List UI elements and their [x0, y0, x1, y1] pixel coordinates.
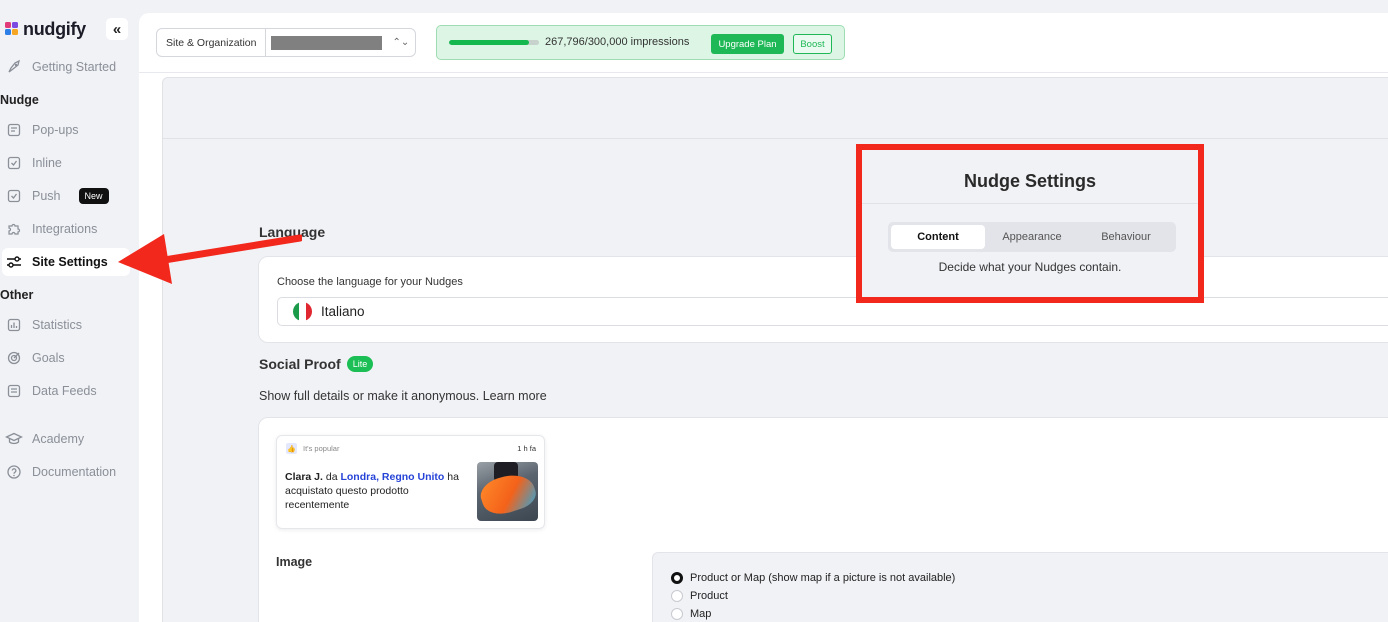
annotation-arrow-icon	[118, 234, 302, 284]
image-heading: Image	[276, 555, 313, 569]
lite-badge: Lite	[346, 356, 374, 372]
sidebar-item-statistics[interactable]: Statistics	[0, 311, 128, 339]
tab-content[interactable]: Content	[891, 225, 985, 249]
double-chevron-left-icon: «	[112, 20, 122, 38]
image-option-label: Map	[690, 608, 712, 620]
language-value: Italiano	[321, 304, 365, 319]
impressions-text: 267,796/300,000 impressions	[545, 36, 690, 48]
select-arrows-icon: ⌃⌄	[392, 37, 410, 48]
divider	[163, 138, 1388, 139]
inline-icon	[5, 154, 23, 172]
logo-text: nudgify	[23, 19, 86, 39]
image-option-label: Product or Map (show map if a picture is…	[690, 572, 956, 584]
boost-button[interactable]: Boost	[793, 34, 832, 54]
content-area: Language Choose the language for your Nu…	[162, 77, 1388, 622]
sidebar-item-inline[interactable]: Inline	[0, 149, 128, 177]
thumbs-up-icon: 👍	[286, 443, 297, 454]
sidebar-item-getting-started[interactable]: Getting Started	[0, 53, 128, 81]
sidebar-item-push[interactable]: Push New	[0, 182, 128, 210]
image-option-product-or-map[interactable]: Product or Map (show map if a picture is…	[671, 572, 955, 584]
usage-banner: 267,796/300,000 impressions Upgrade Plan…	[436, 25, 845, 60]
page-title: Nudge Settings	[963, 171, 1096, 191]
logo[interactable]: nudgify	[5, 19, 86, 40]
sidebar-item-label: Documentation	[32, 465, 117, 479]
site-organization-select[interactable]: Site & Organization ⌃⌄	[156, 28, 416, 57]
sidebar-item-label: Data Feeds	[32, 384, 97, 398]
sidebar-item-data-feeds[interactable]: Data Feeds	[0, 377, 128, 405]
radio-icon[interactable]	[671, 608, 683, 620]
radio-selected-icon[interactable]	[671, 572, 683, 584]
new-badge: New	[78, 188, 109, 204]
sidebar-item-label: Statistics	[32, 318, 83, 332]
tab-appearance[interactable]: Appearance	[985, 225, 1079, 249]
nudge-preview-da: da	[325, 471, 338, 483]
nudge-preview-text: Clara J. da Londra, Regno Unito ha acqui…	[285, 470, 470, 512]
italy-flag-icon	[293, 302, 312, 321]
social-proof-description: Show full details or make it anonymous. …	[259, 389, 547, 403]
impressions-progress-fill	[449, 40, 530, 45]
sidebar-item-academy[interactable]: Academy	[0, 425, 128, 453]
sidebar-item-label: Getting Started	[32, 60, 117, 74]
sidebar-item-label: Goals	[32, 351, 65, 365]
sidebar: nudgify « Getting Started Nudge Pop-ups …	[0, 0, 138, 622]
puzzle-icon	[5, 220, 23, 238]
target-icon	[5, 349, 23, 367]
section-label-other: Other	[0, 288, 34, 302]
language-label: Choose the language for your Nudges	[277, 276, 463, 288]
feed-icon	[5, 382, 23, 400]
language-card: Choose the language for your Nudges Ital…	[258, 256, 1388, 343]
rocket-icon	[5, 58, 23, 76]
nudge-preview-header: 👍 It's popular	[286, 443, 339, 454]
top-bar: Site & Organization ⌃⌄ 267,796/300,000 i…	[139, 13, 1388, 73]
sidebar-item-label: Inline	[32, 156, 62, 170]
popup-icon	[5, 121, 23, 139]
radio-icon[interactable]	[671, 590, 683, 602]
social-proof-title: Social Proof	[259, 356, 341, 372]
sidebar-item-goals[interactable]: Goals	[0, 344, 128, 372]
sidebar-item-integrations[interactable]: Integrations	[0, 215, 128, 243]
nudge-settings-highlight: Nudge Settings Content Appearance Behavi…	[856, 144, 1204, 303]
social-proof-heading: Social Proof Lite	[259, 356, 374, 372]
sidebar-item-documentation[interactable]: Documentation	[0, 458, 128, 486]
sidebar-item-label: Academy	[32, 432, 85, 446]
social-proof-card: 👍 It's popular 1 h fa Clara J. da Londra…	[258, 417, 1388, 622]
push-icon	[5, 187, 23, 205]
nudge-preview-name: Clara J.	[285, 471, 323, 483]
nudge-preview-time: 1 h fa	[517, 444, 536, 453]
nudge-preview: 👍 It's popular 1 h fa Clara J. da Londra…	[276, 435, 545, 529]
help-icon	[5, 463, 23, 481]
sidebar-item-label: Pop-ups	[32, 123, 79, 137]
sidebar-item-label: Push	[32, 189, 61, 203]
image-option-label: Product	[690, 590, 728, 602]
settings-description: Decide what your Nudges contain.	[938, 260, 1122, 274]
impressions-progress-bar	[449, 40, 539, 45]
chart-icon	[5, 316, 23, 334]
upgrade-plan-button[interactable]: Upgrade Plan	[711, 34, 784, 54]
nudge-preview-location: Londra, Regno Unito	[340, 471, 445, 483]
sidebar-item-pop-ups[interactable]: Pop-ups	[0, 116, 128, 144]
sliders-icon	[5, 253, 23, 271]
language-select[interactable]: Italiano	[277, 297, 1388, 326]
tab-behaviour[interactable]: Behaviour	[1079, 225, 1173, 249]
redacted-site-name	[271, 35, 383, 50]
sidebar-item-site-settings[interactable]: Site Settings	[2, 248, 130, 276]
main-panel: Site & Organization ⌃⌄ 267,796/300,000 i…	[139, 13, 1388, 622]
divider	[862, 203, 1198, 204]
image-option-map[interactable]: Map	[671, 608, 711, 620]
product-image	[477, 462, 538, 521]
settings-tabs: Content Appearance Behaviour	[888, 222, 1176, 252]
logo-mark-icon	[5, 22, 20, 37]
nudge-preview-tag: It's popular	[303, 444, 340, 453]
site-select-label: Site & Organization	[157, 29, 267, 56]
sidebar-item-label: Site Settings	[32, 255, 108, 269]
image-option-product[interactable]: Product	[671, 590, 728, 602]
sidebar-item-label: Integrations	[32, 222, 98, 236]
collapse-sidebar-button[interactable]: «	[106, 18, 128, 40]
section-label-nudge: Nudge	[0, 93, 39, 107]
image-options-group: Product or Map (show map if a picture is…	[652, 552, 1388, 622]
graduation-cap-icon	[5, 430, 23, 448]
